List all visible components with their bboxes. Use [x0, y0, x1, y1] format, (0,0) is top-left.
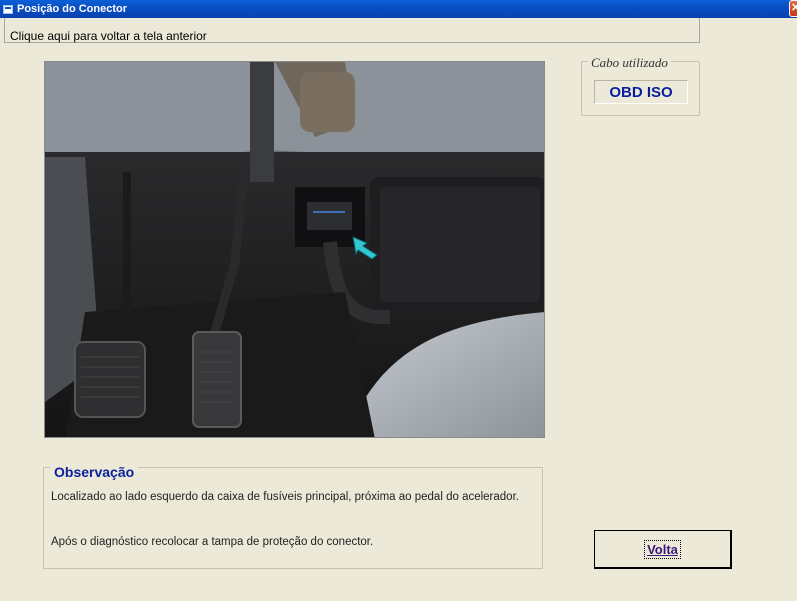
window-title: Posição do Conector — [17, 3, 128, 15]
cable-value: OBD ISO — [594, 80, 688, 104]
close-icon: ✕ — [791, 2, 797, 14]
volta-label: Volta — [644, 539, 681, 559]
observation-line-2: Após o diagnóstico recolocar a tampa de … — [51, 536, 374, 548]
observation-group — [43, 467, 543, 569]
close-button[interactable]: ✕ — [789, 0, 797, 17]
title-bar: Posição do Conector ✕ — [0, 0, 797, 18]
cable-legend: Cabo utilizado — [588, 55, 671, 71]
back-link[interactable]: Clique aqui para voltar a tela anterior — [10, 29, 207, 43]
observation-legend: Observação — [50, 464, 139, 480]
volta-button[interactable]: Volta — [594, 530, 732, 569]
connector-photo — [44, 61, 545, 438]
connector-photo-illustration — [45, 62, 544, 437]
app-icon — [3, 4, 13, 14]
observation-line-1: Localizado ao lado esquerdo da caixa de … — [51, 491, 519, 503]
